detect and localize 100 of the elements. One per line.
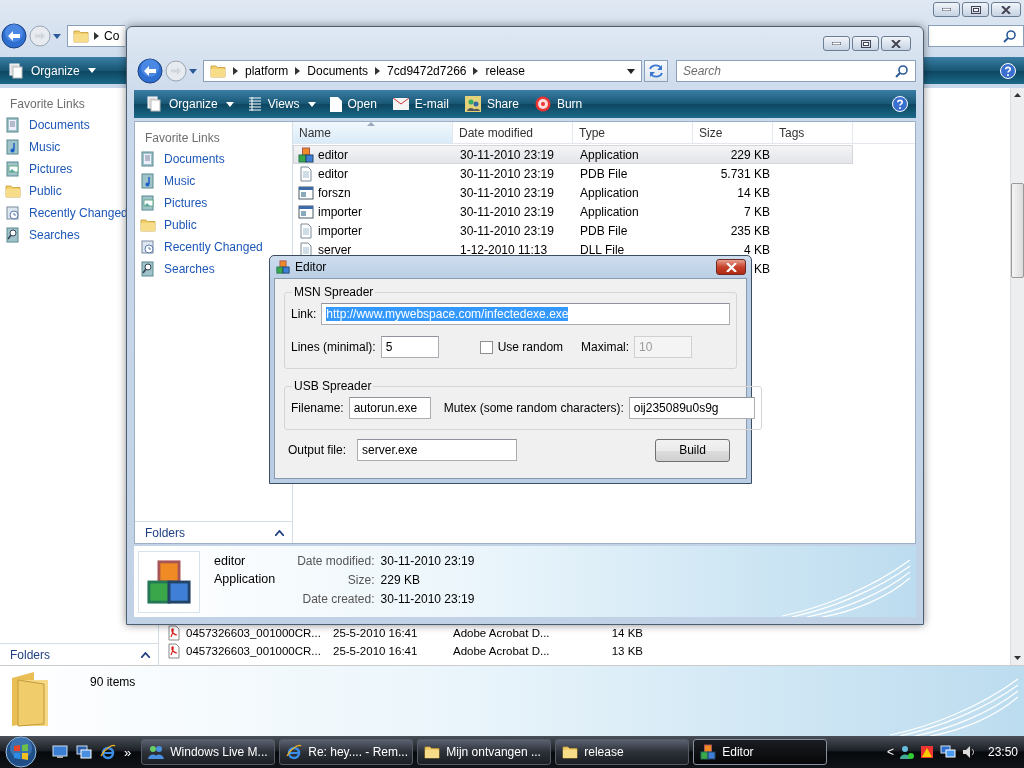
file-name: importer	[318, 223, 362, 238]
help-icon[interactable]	[1000, 62, 1016, 79]
more-quick-launch-button[interactable]: »	[124, 744, 132, 760]
file-row[interactable]: editor 30-11-2010 23:19 Application 229 KB	[293, 145, 853, 164]
clock[interactable]: 23:50	[987, 745, 1018, 759]
sidebar-link[interactable]: Recently Changed	[164, 240, 263, 254]
input-field[interactable]: autorun.exe	[348, 397, 431, 419]
page-icon	[329, 96, 342, 112]
folders-bar[interactable]: Folders	[0, 643, 158, 665]
taskbar-button[interactable]: release	[555, 739, 690, 765]
refresh-button[interactable]	[644, 60, 668, 82]
folders-bar[interactable]: Folders	[135, 521, 292, 543]
search-field[interactable]: Search	[676, 60, 916, 82]
show-hidden-icons-button[interactable]: <	[886, 745, 894, 759]
file-row[interactable]: forszn 30-11-2010 23:19 Application 14 KB	[293, 183, 915, 202]
type-cell: Application	[580, 147, 639, 162]
toolbar-button[interactable]: Organize	[142, 92, 239, 116]
toolbar-button[interactable]: Organize	[4, 58, 101, 83]
show-desktop-icon[interactable]	[52, 745, 68, 759]
close-icon	[1001, 5, 1011, 14]
toolbar-button[interactable]: E-mail	[387, 92, 456, 116]
help-icon[interactable]	[892, 96, 908, 112]
file-name: 0457326603_001000CR...	[186, 627, 321, 639]
back-button[interactable]	[137, 58, 163, 84]
close-button[interactable]	[991, 2, 1021, 17]
dropdown-arrow-icon	[87, 68, 96, 73]
sidebar-link[interactable]: Searches	[29, 228, 80, 242]
sidebar-link[interactable]: Pictures	[29, 162, 73, 176]
sidebar-link[interactable]: Pictures	[164, 196, 208, 210]
column-header[interactable]: Size	[693, 122, 773, 143]
dropdown-arrow-icon	[627, 68, 635, 74]
scroll-up-icon	[1014, 93, 1021, 97]
checkbox-label[interactable]: Use random	[497, 340, 564, 354]
toolbar-button[interactable]: Share	[459, 92, 526, 116]
address-bar[interactable]: Co	[67, 25, 125, 47]
sidebar-link[interactable]: Documents	[29, 118, 90, 132]
file-name: forszn	[318, 185, 351, 200]
type-cell: Adobe Acrobat D...	[453, 645, 550, 657]
sidebar-link[interactable]: Public	[164, 218, 197, 232]
sidebar-link[interactable]: Documents	[164, 152, 225, 166]
size-cell: KB	[754, 261, 770, 276]
taskbar-button[interactable]: Windows Live M...	[141, 739, 276, 765]
checkbox[interactable]	[479, 340, 493, 354]
speaker-icon	[961, 745, 976, 759]
scroll-down-icon	[1014, 656, 1021, 660]
contacts-icon	[899, 745, 914, 759]
minimize-button[interactable]	[823, 36, 850, 51]
file-name: server	[318, 242, 352, 257]
breadcrumb[interactable]: platform	[245, 64, 289, 78]
toolbar-button[interactable]: Views	[242, 92, 321, 116]
column-header[interactable]: Date modified	[453, 122, 573, 143]
sidebar-link[interactable]: Music	[164, 174, 196, 188]
taskbar-button[interactable]: Re: hey.... - Rem...	[279, 739, 414, 765]
column-header[interactable]: Name	[293, 122, 453, 143]
taskbar-button[interactable]: Mijn ontvangen ...	[417, 739, 552, 765]
minimize-button[interactable]	[933, 2, 960, 17]
group-title: MSN Spreader	[293, 285, 375, 299]
file-row[interactable]: importer 30-11-2010 23:19 Application 7 KB	[293, 202, 915, 221]
toolbar-button[interactable]: Open	[324, 92, 384, 116]
column-header[interactable]: Tags	[773, 122, 853, 143]
close-icon	[891, 39, 901, 48]
close-button[interactable]	[881, 36, 911, 51]
taskbar-button[interactable]: Editor	[693, 739, 828, 765]
breadcrumb[interactable]: release	[485, 64, 525, 78]
toolbar-button[interactable]: Burn	[529, 92, 590, 116]
file-row[interactable]: editor 30-11-2010 23:19 PDB File 5.731 KB	[293, 164, 915, 183]
input-field[interactable]: 5	[380, 336, 439, 358]
breadcrumb[interactable]: Documents	[307, 64, 369, 78]
scrollbar[interactable]	[1010, 88, 1024, 665]
breadcrumb[interactable]: Co	[104, 29, 120, 43]
date-cell: 30-11-2010 23:19	[460, 166, 554, 181]
file-row[interactable]: 0457326603_001000CR... 25-5-2010 16:41 Adobe Acrobat D... 13 KB	[161, 642, 1010, 660]
build-button[interactable]: Build	[655, 438, 730, 462]
documents-icon	[5, 117, 21, 133]
sidebar-link[interactable]: Public	[29, 184, 62, 198]
date-cell: 25-5-2010 16:41	[333, 645, 418, 657]
address-bar[interactable]: platform Documents 7cd9472d7266 release	[203, 60, 642, 82]
file-row[interactable]: importer 30-11-2010 23:19 PDB File 235 KB	[293, 221, 915, 240]
maximize-button[interactable]	[962, 2, 989, 17]
switch-windows-icon[interactable]	[76, 745, 92, 759]
type-cell: DLL File	[580, 242, 625, 257]
input-field[interactable]: oij235089u0s9g	[628, 397, 755, 419]
file-icon	[298, 222, 314, 239]
chevron-right-icon	[295, 67, 301, 75]
close-button[interactable]	[716, 259, 746, 275]
back-button[interactable]	[1, 23, 27, 49]
file-row[interactable]: 0457326603_001000CR... 25-5-2010 16:41 Adobe Acrobat D... 14 KB	[161, 624, 1010, 642]
sidebar-link[interactable]: Music	[29, 140, 61, 154]
maximize-button[interactable]	[852, 36, 879, 51]
restore-icon	[970, 5, 981, 14]
input-field[interactable]: server.exe	[357, 439, 518, 461]
envelope-icon	[392, 98, 409, 110]
scrollbar-thumb[interactable]	[1011, 183, 1024, 278]
column-header[interactable]: Type	[573, 122, 693, 143]
search-field[interactable]	[928, 25, 1024, 47]
field-label: Lines (minimal):	[291, 340, 376, 354]
documents-icon	[140, 151, 156, 167]
breadcrumb[interactable]: 7cd9472d7266	[387, 64, 467, 78]
size-cell: 4 KB	[744, 242, 770, 257]
sidebar-link[interactable]: Searches	[164, 262, 215, 276]
